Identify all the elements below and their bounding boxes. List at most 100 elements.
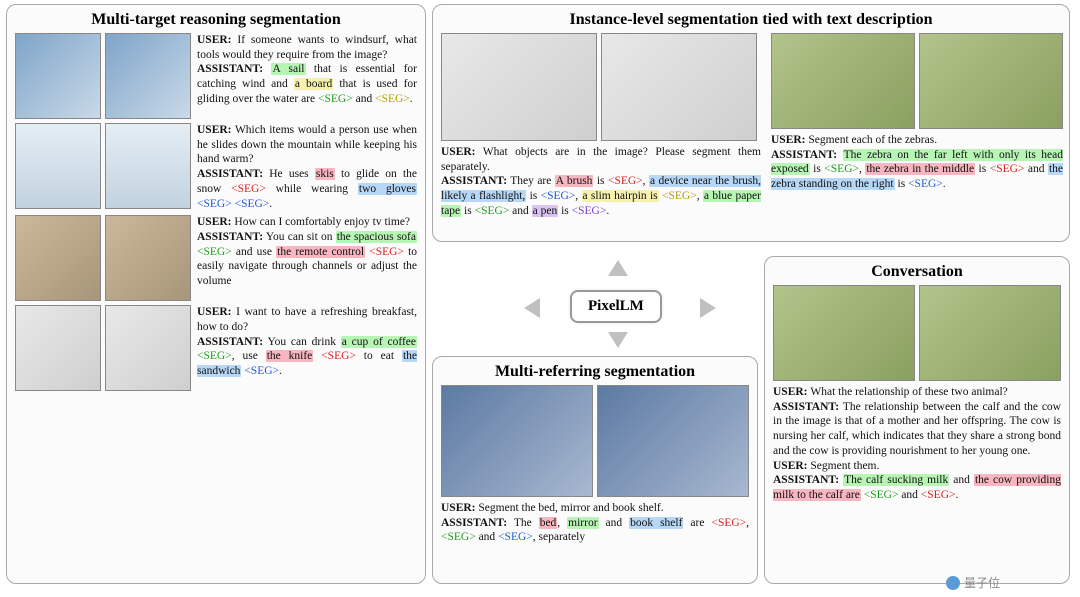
highlight-span: bed [539, 517, 558, 529]
panel-multi-target: Multi-target reasoning segmentation USER… [6, 4, 426, 584]
thumbnail-original [15, 123, 101, 209]
highlight-span: a cup of coffee [341, 336, 417, 348]
thumbnail-original [441, 33, 597, 141]
user-label: USER: [197, 34, 232, 46]
panel-instance-level: Instance-level segmentation tied with te… [432, 4, 1070, 242]
seg-token: <SEG> [608, 175, 643, 187]
image-pair [441, 385, 749, 497]
arrow-right-icon [700, 298, 716, 318]
arrow-up-icon [608, 260, 628, 276]
seg-token: <SEG> [498, 531, 533, 543]
image-pair [15, 123, 191, 211]
seg-token: <SEG> [908, 178, 943, 190]
seg-token: <SEG> [990, 163, 1025, 175]
thumbnail-original [441, 385, 593, 497]
seg-token: <SEG> [921, 489, 956, 501]
image-pair [15, 33, 191, 119]
panel-conversation: Conversation USER: What the relationship… [764, 256, 1070, 584]
user-label: USER: [197, 306, 232, 318]
thumbnail-segmented [105, 305, 191, 391]
user-label: USER: [771, 134, 806, 146]
thumbnail-original [771, 33, 915, 129]
panel-title-multi-ref: Multi-referring segmentation [441, 363, 749, 381]
watermark-text: 量子位 [964, 574, 1000, 591]
seg-token: <SEG> [231, 183, 266, 195]
assistant-label: ASSISTANT: [197, 168, 263, 180]
pixelm-node: PixelLM [570, 290, 662, 323]
example-row: USER: Which items would a person use whe… [15, 123, 417, 211]
seg-token: <SEG> [864, 489, 899, 501]
arrow-down-icon [608, 332, 628, 348]
image-pair [441, 33, 761, 141]
seg-token: <SEG> [441, 531, 476, 543]
highlight-span: the zebra in the middle [865, 163, 975, 175]
highlight-span: the spacious sofa [336, 231, 417, 243]
highlight-span: the knife [266, 350, 314, 362]
example-row: USER: If someone wants to windsurf, what… [15, 33, 417, 119]
dialogue-text: USER: Which items would a person use whe… [197, 123, 417, 211]
seg-token: <SEG> [318, 93, 353, 105]
thumbnail-segmented [919, 285, 1061, 381]
assistant-label: ASSISTANT: [197, 63, 263, 75]
example-row: USER: I want to have a refreshing breakf… [15, 305, 417, 391]
dialogue-text: USER: How can I comfortably enjoy tv tim… [197, 215, 417, 301]
highlight-span: A sail [271, 63, 305, 75]
watermark-icon [946, 576, 960, 590]
user-label: USER: [197, 216, 232, 228]
seg-token: <SEG> [197, 350, 232, 362]
seg-token: <SEG> [235, 198, 270, 210]
dialogue-text: USER: What objects are in the image? Ple… [441, 145, 761, 219]
highlight-span: the remote control [276, 246, 365, 258]
highlight-span: skis [315, 168, 335, 180]
assistant-label: ASSISTANT: [771, 149, 837, 161]
seg-token: <SEG> [475, 205, 510, 217]
thumbnail-original [773, 285, 915, 381]
user-text: Segment the bed, mirror and book shelf. [478, 502, 663, 514]
user-label: USER: [441, 146, 476, 158]
seg-token: <SEG> [824, 163, 859, 175]
assistant-label: ASSISTANT: [441, 517, 507, 529]
user-label: USER: [773, 386, 810, 398]
seg-token: <SEG> [197, 198, 232, 210]
assistant-label: ASSISTANT: [773, 401, 843, 413]
assistant-label: ASSISTANT: [197, 336, 263, 348]
highlight-span: two gloves [358, 183, 417, 195]
image-pair [15, 305, 191, 391]
assistant-label: ASSISTANT: [441, 175, 507, 187]
panel-title-instance: Instance-level segmentation tied with te… [441, 11, 1061, 29]
highlight-span: a pen [532, 205, 559, 217]
user-label: USER: [441, 502, 476, 514]
panel-title-multi-target: Multi-target reasoning segmentation [15, 11, 417, 29]
user-label: USER: [773, 460, 810, 472]
panel-multi-referring: Multi-referring segmentation USER: Segme… [432, 356, 758, 584]
thumbnail-segmented [597, 385, 749, 497]
user-text: What objects are in the image? Please se… [441, 146, 761, 173]
seg-token: <SEG> [541, 190, 576, 202]
highlight-span: book shelf [629, 517, 683, 529]
arrow-left-icon [524, 298, 540, 318]
highlight-span: A brush [555, 175, 594, 187]
dialogue-text: USER: Segment each of the zebras. ASSIST… [771, 133, 1063, 192]
thumbnail-segmented [105, 215, 191, 301]
assistant-label: ASSISTANT: [197, 231, 263, 243]
thumbnail-original [15, 215, 101, 301]
assistant-label: ASSISTANT: [773, 474, 843, 486]
seg-token: <SEG> [572, 205, 607, 217]
dialogue-text: USER: I want to have a refreshing breakf… [197, 305, 417, 391]
highlight-span: mirror [567, 517, 598, 529]
image-pair [771, 33, 1063, 129]
seg-token: <SEG> [711, 517, 746, 529]
dialogue-text: USER: Segment the bed, mirror and book s… [441, 501, 749, 545]
seg-token: <SEG> [662, 190, 697, 202]
panel-title-conversation: Conversation [773, 263, 1061, 281]
image-pair [15, 215, 191, 301]
thumbnail-segmented [601, 33, 757, 141]
dialogue-text: USER: If someone wants to windsurf, what… [197, 33, 417, 119]
user-text: Segment each of the zebras. [808, 134, 937, 146]
seg-token: <SEG> [375, 93, 410, 105]
thumbnail-segmented [105, 33, 191, 119]
dialogue-text: USER: What the relationship of these two… [773, 385, 1061, 503]
thumbnail-original [15, 305, 101, 391]
thumbnail-original [15, 33, 101, 119]
highlight-span: The calf sucking milk [843, 474, 949, 486]
